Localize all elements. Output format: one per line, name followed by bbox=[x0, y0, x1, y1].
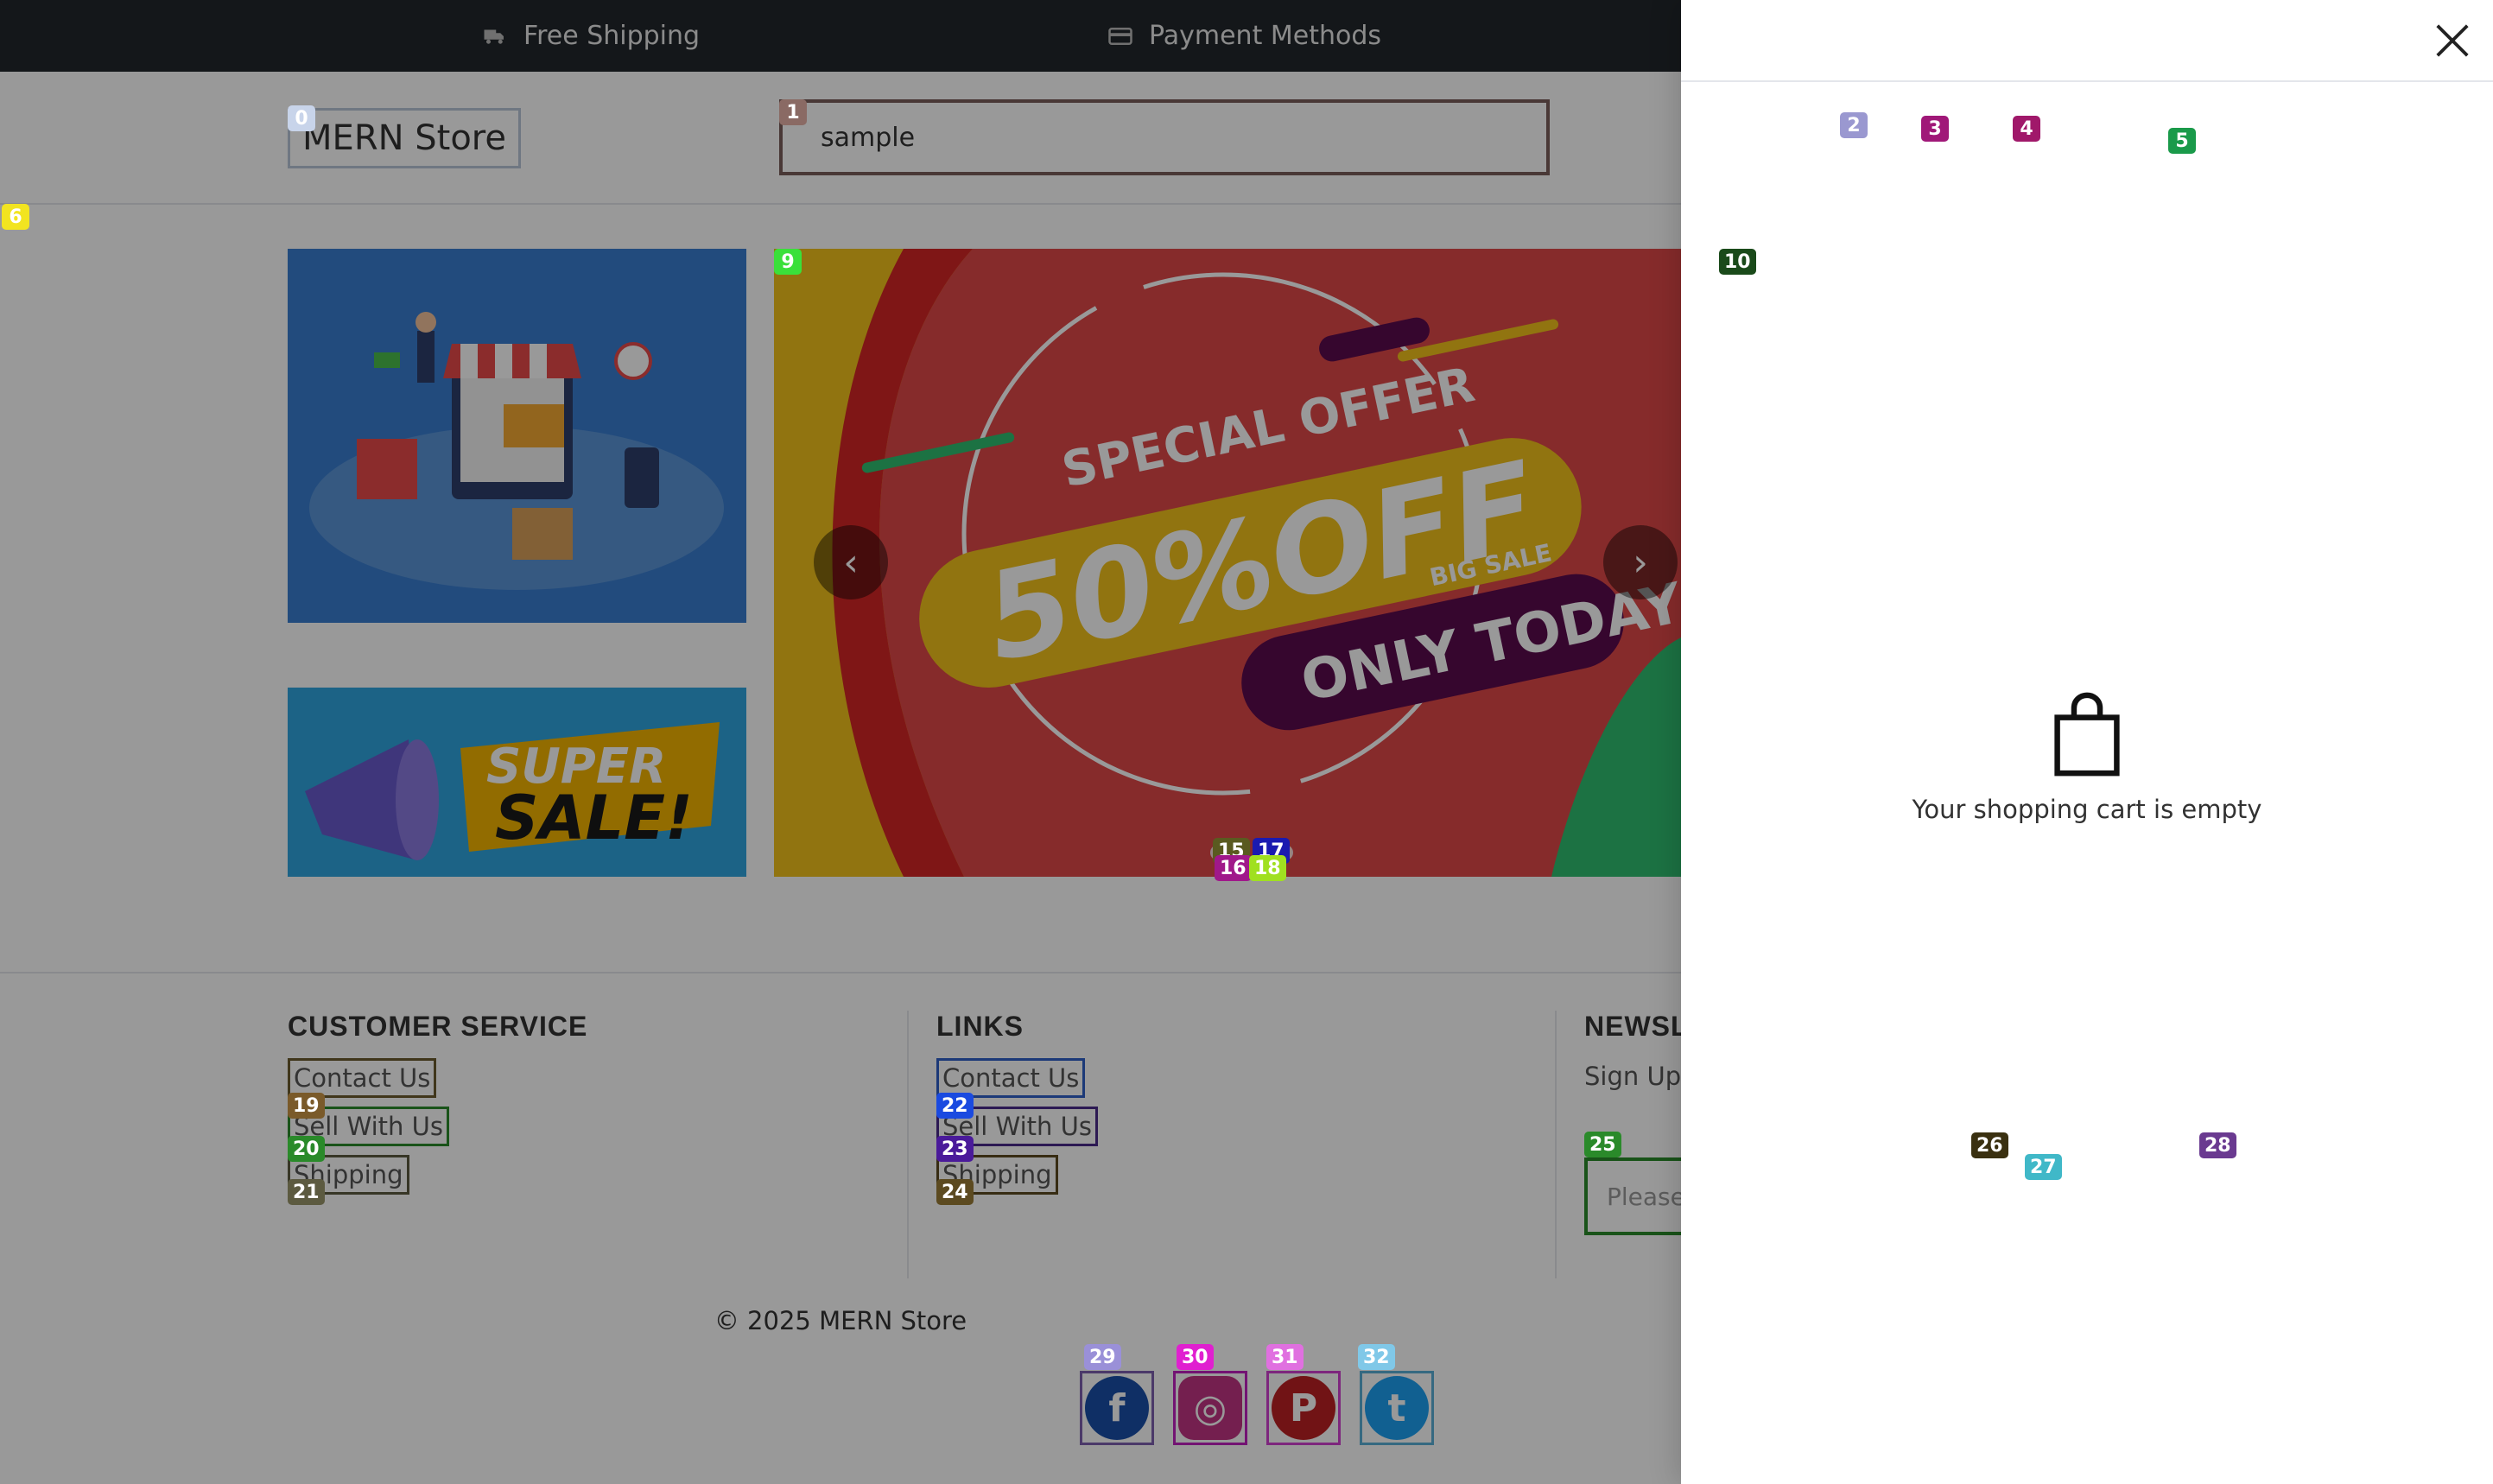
som-marker: 31 bbox=[1266, 1344, 1304, 1370]
som-marker: 6 bbox=[2, 204, 29, 230]
som-marker: 24 bbox=[936, 1179, 974, 1205]
som-marker: 18 bbox=[1249, 855, 1286, 881]
som-marker: 25 bbox=[1584, 1132, 1621, 1157]
som-marker: 1 bbox=[779, 99, 807, 125]
som-marker: 29 bbox=[1084, 1344, 1121, 1370]
page-overlay[interactable] bbox=[0, 0, 1681, 1484]
som-marker: 10 bbox=[1719, 249, 1756, 275]
empty-cart-message: Your shopping cart is empty bbox=[1912, 795, 2262, 824]
som-marker: 16 bbox=[1215, 855, 1252, 881]
cart-drawer-header bbox=[1681, 0, 2493, 82]
som-marker: 20 bbox=[288, 1136, 325, 1162]
close-icon[interactable] bbox=[2433, 21, 2472, 60]
som-marker: 28 bbox=[2199, 1132, 2236, 1158]
som-marker: 5 bbox=[2168, 128, 2196, 154]
som-marker: 30 bbox=[1177, 1344, 1214, 1370]
som-marker: 19 bbox=[288, 1093, 325, 1119]
som-marker: 22 bbox=[936, 1093, 974, 1119]
som-marker: 23 bbox=[936, 1136, 974, 1162]
som-marker: 32 bbox=[1358, 1344, 1395, 1370]
cart-drawer: Your shopping cart is empty bbox=[1681, 0, 2493, 1484]
som-marker: 0 bbox=[288, 105, 315, 131]
shopping-bag-icon bbox=[2054, 692, 2120, 777]
som-marker: 9 bbox=[774, 249, 802, 275]
empty-cart: Your shopping cart is empty bbox=[1681, 691, 2493, 824]
som-marker: 3 bbox=[1921, 116, 1949, 142]
som-marker: 27 bbox=[2025, 1154, 2062, 1180]
som-marker: 4 bbox=[2013, 116, 2040, 142]
som-marker: 2 bbox=[1840, 112, 1868, 138]
som-marker: 26 bbox=[1971, 1132, 2008, 1158]
som-marker: 21 bbox=[288, 1179, 325, 1205]
